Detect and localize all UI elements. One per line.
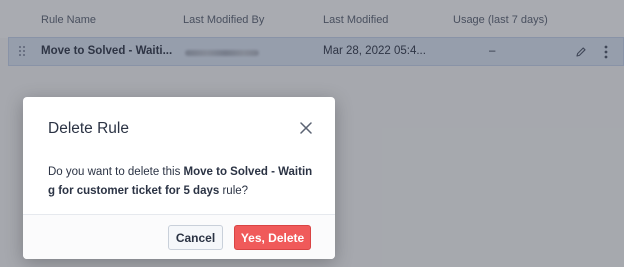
confirm-delete-button[interactable]: Yes, Delete xyxy=(234,225,311,250)
delete-rule-dialog: Delete Rule Do you want to delete this M… xyxy=(23,97,335,259)
dialog-footer: Cancel Yes, Delete xyxy=(23,214,335,259)
message-prefix: Do you want to delete this xyxy=(48,166,184,178)
dialog-message: Do you want to delete this Move to Solve… xyxy=(48,163,318,201)
cancel-button[interactable]: Cancel xyxy=(168,225,223,250)
dialog-title: Delete Rule xyxy=(48,120,129,137)
message-suffix: rule? xyxy=(219,185,249,197)
close-icon[interactable] xyxy=(299,121,313,135)
